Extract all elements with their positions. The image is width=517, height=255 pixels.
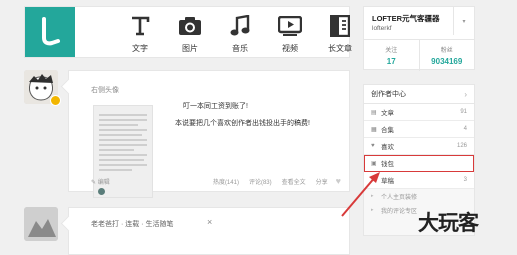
music-note-icon	[230, 14, 250, 38]
followers-count: 9034169	[431, 57, 463, 66]
verified-badge	[50, 95, 61, 106]
avatar-illustration-2	[24, 207, 58, 241]
post-image-button[interactable]: 图片	[165, 14, 215, 54]
annotation-arrow	[341, 172, 380, 217]
profile-name[interactable]: LOFTER元气客疆器	[372, 13, 440, 24]
post-footer: ✎ 编辑 热度(141) 评论(83) 查看全文 分享 ♥	[91, 175, 341, 187]
feed-post-card-2: 老老爸打 · 连载 · 生活随笔 ×	[68, 207, 350, 255]
profile-username: lofterkf	[372, 25, 392, 32]
creator-center-title: 创作者中心	[371, 91, 406, 98]
post-article-label: 长文章	[328, 44, 352, 53]
profile-stats: 关注 17 粉丝 9034169	[364, 39, 474, 71]
document-icon: ▤	[371, 109, 377, 116]
post-text-button[interactable]: 文字	[115, 14, 165, 54]
post-video-button[interactable]: 视频	[265, 14, 315, 54]
share-link[interactable]: 分享	[316, 177, 328, 186]
profile-dropdown-icon[interactable]: ▾	[453, 7, 474, 35]
creator-center-header[interactable]: 创作者中心 ›	[364, 85, 474, 104]
text-icon	[129, 14, 151, 38]
post-toolbar: 文字 图片 音乐 视频 长文章	[24, 6, 352, 58]
lofter-logo-icon	[42, 17, 60, 46]
close-icon[interactable]: ×	[207, 217, 212, 227]
long-article-icon	[330, 14, 350, 38]
following-count: 17	[386, 57, 396, 66]
post-image-label: 图片	[182, 44, 198, 53]
camera-icon	[178, 14, 202, 38]
video-play-icon	[278, 14, 302, 38]
menu-item-collections[interactable]: ▦ 合集 4	[364, 121, 474, 138]
post-author[interactable]: 右侧头像	[91, 85, 119, 95]
post-text-line-2: 本说要把几个喜欢创作者出钱投出手的稿费!	[175, 120, 310, 127]
post-music-label: 音乐	[232, 44, 248, 53]
heart-icon: ♥	[371, 143, 375, 149]
following-stat[interactable]: 关注 17	[364, 40, 419, 71]
thumbnail-avatar-dot	[98, 188, 105, 195]
collection-icon: ▦	[371, 126, 377, 133]
followers-stat[interactable]: 粉丝 9034169	[418, 40, 475, 71]
menu-item-likes[interactable]: ♥ 喜欢 126	[364, 138, 474, 155]
post-article-button[interactable]: 长文章	[315, 14, 365, 54]
watermark-logo: 大玩客	[418, 210, 479, 235]
view-full-link[interactable]: 查看全文	[282, 177, 306, 186]
lofter-logo[interactable]	[25, 7, 75, 57]
chevron-right-icon: ›	[464, 89, 467, 99]
comment-link[interactable]: 评论(83)	[249, 177, 272, 186]
post-text-line-1: 叮一本同工资到账了!	[183, 103, 248, 110]
post-music-button[interactable]: 音乐	[215, 14, 265, 54]
wallet-icon: ▣	[371, 160, 377, 167]
hot-count-link[interactable]: 热度(141)	[213, 177, 239, 186]
post-type-actions: 文字 图片 音乐 视频 长文章	[115, 14, 365, 54]
author-avatar-2[interactable]	[24, 207, 58, 241]
menu-item-articles[interactable]: ▤ 文章 91	[364, 104, 474, 121]
post-text-label: 文字	[132, 44, 148, 53]
edit-button[interactable]: ✎ 编辑	[91, 177, 110, 186]
post-author-2[interactable]: 老老爸打 · 连载 · 生活随笔	[91, 219, 173, 229]
profile-card: LOFTER元气客疆器 lofterkf ▾ 关注 17 粉丝 9034169	[363, 6, 475, 71]
feed-post-card: 右侧头像 叮一本同工资到账了! 本说要把几个喜欢创作者出钱投出手的稿费! ✎ 编…	[68, 70, 350, 198]
post-video-label: 视频	[282, 44, 298, 53]
